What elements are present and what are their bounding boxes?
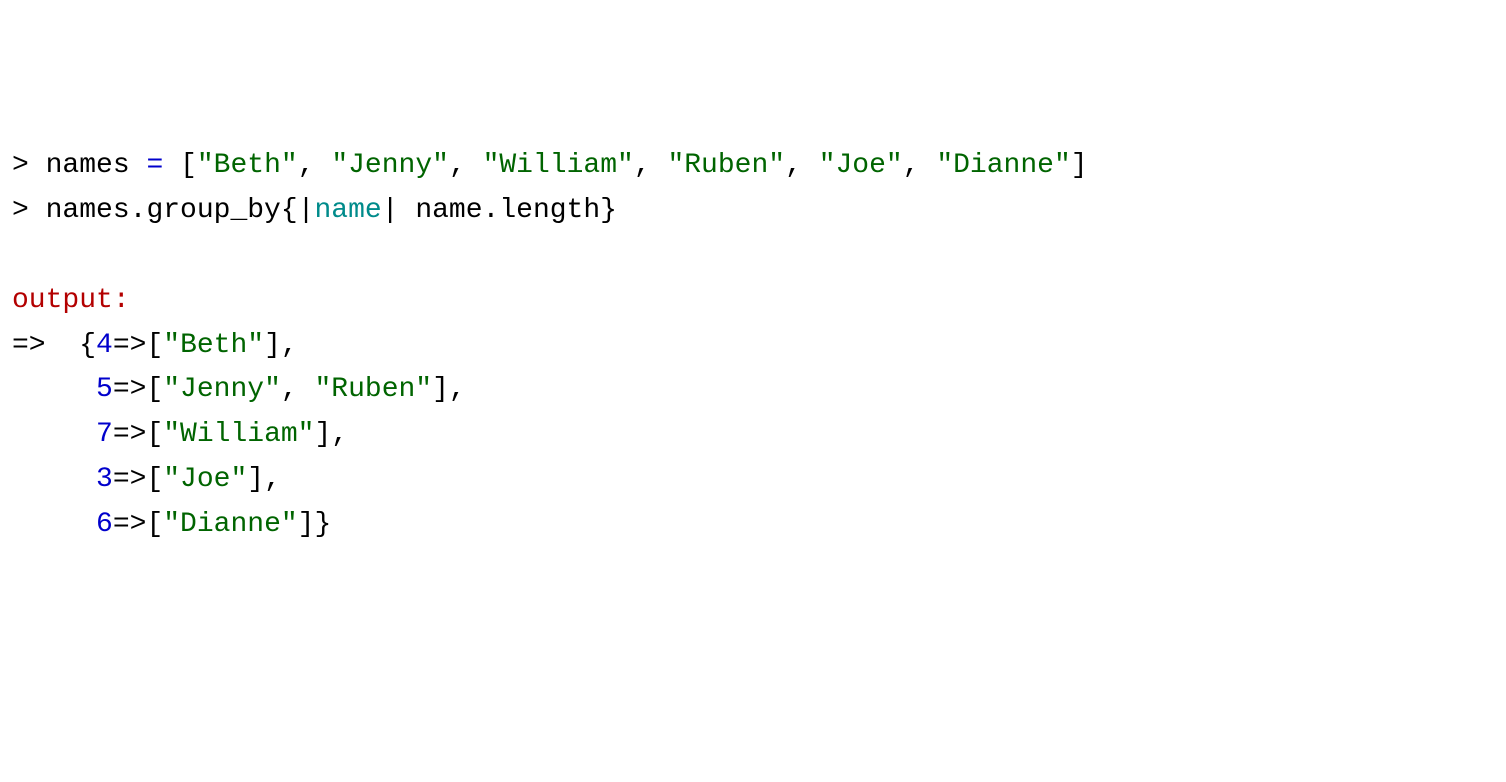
method-group-by: group_by <box>146 195 280 226</box>
equals-operator: = <box>146 150 163 181</box>
open-brace: { <box>79 330 96 361</box>
pipe: | <box>298 195 315 226</box>
prompt: > <box>12 150 46 181</box>
close-bracket: ] <box>1071 150 1088 181</box>
code-line-1: > names = ["Beth", "Jenny", "William", "… <box>12 144 1494 189</box>
close-brace: } <box>314 509 331 540</box>
string-literal: "Beth" <box>197 150 298 181</box>
string-literal: "Ruben" <box>314 374 432 405</box>
space <box>315 150 332 181</box>
string-literal: "William" <box>163 419 314 450</box>
hash-key: 5 <box>96 374 113 405</box>
indent <box>12 419 96 450</box>
close-bracket: ] <box>432 374 449 405</box>
space <box>651 150 668 181</box>
dot: . <box>130 195 147 226</box>
string-literal: "Joe" <box>819 150 903 181</box>
prompt: > <box>12 195 46 226</box>
close-brace: } <box>600 195 617 226</box>
open-bracket: [ <box>146 330 163 361</box>
close-bracket: ] <box>264 330 281 361</box>
hash-key: 4 <box>96 330 113 361</box>
comma: , <box>281 330 298 361</box>
close-bracket: ] <box>314 419 331 450</box>
space <box>920 150 937 181</box>
open-bracket: [ <box>146 419 163 450</box>
space <box>163 150 180 181</box>
space <box>130 150 147 181</box>
hash-rocket: => <box>113 464 147 495</box>
output-label: output: <box>12 285 130 316</box>
open-bracket: [ <box>146 374 163 405</box>
hash-rocket: => <box>113 509 147 540</box>
string-literal: "Beth" <box>163 330 264 361</box>
hash-key: 7 <box>96 419 113 450</box>
result-line: 6=>["Dianne"]} <box>12 503 1494 548</box>
indent <box>12 464 96 495</box>
open-bracket: [ <box>180 150 197 181</box>
open-bracket: [ <box>146 509 163 540</box>
comma: , <box>785 150 802 181</box>
hash-key: 6 <box>96 509 113 540</box>
indent <box>12 374 96 405</box>
space <box>466 150 483 181</box>
close-bracket: ] <box>298 509 315 540</box>
expression: name.length <box>415 195 600 226</box>
hash-rocket: => <box>113 419 147 450</box>
result-line: => {4=>["Beth"], <box>12 324 1494 369</box>
indent <box>12 509 96 540</box>
comma: , <box>634 150 651 181</box>
result-line: 3=>["Joe"], <box>12 458 1494 503</box>
result-line: 5=>["Jenny", "Ruben"], <box>12 368 1494 413</box>
variable-names: names <box>46 150 130 181</box>
open-brace: { <box>281 195 298 226</box>
string-literal: "William" <box>483 150 634 181</box>
blank-line <box>12 234 1494 279</box>
string-literal: "Jenny" <box>163 374 281 405</box>
comma: , <box>449 150 466 181</box>
comma: , <box>281 374 315 405</box>
string-literal: "Joe" <box>163 464 247 495</box>
hash-key: 3 <box>96 464 113 495</box>
comma: , <box>449 374 466 405</box>
block-param-name: name <box>314 195 381 226</box>
space <box>802 150 819 181</box>
hash-rocket: => <box>113 330 147 361</box>
string-literal: "Ruben" <box>667 150 785 181</box>
comma: , <box>298 150 315 181</box>
space <box>399 195 416 226</box>
string-literal: "Jenny" <box>331 150 449 181</box>
hash-rocket: => <box>113 374 147 405</box>
output-label-line: output: <box>12 279 1494 324</box>
result-block: => {4=>["Beth"], 5=>["Jenny", "Ruben"], … <box>12 324 1494 548</box>
string-literal: "Dianne" <box>163 509 297 540</box>
string-literal: "Dianne" <box>936 150 1070 181</box>
open-bracket: [ <box>146 464 163 495</box>
code-line-2: > names.group_by{|name| name.length} <box>12 189 1494 234</box>
comma: , <box>264 464 281 495</box>
variable-names: names <box>46 195 130 226</box>
comma: , <box>331 419 348 450</box>
close-bracket: ] <box>247 464 264 495</box>
result-line: 7=>["William"], <box>12 413 1494 458</box>
pipe: | <box>382 195 399 226</box>
comma: , <box>903 150 920 181</box>
result-arrow: => <box>12 330 79 361</box>
